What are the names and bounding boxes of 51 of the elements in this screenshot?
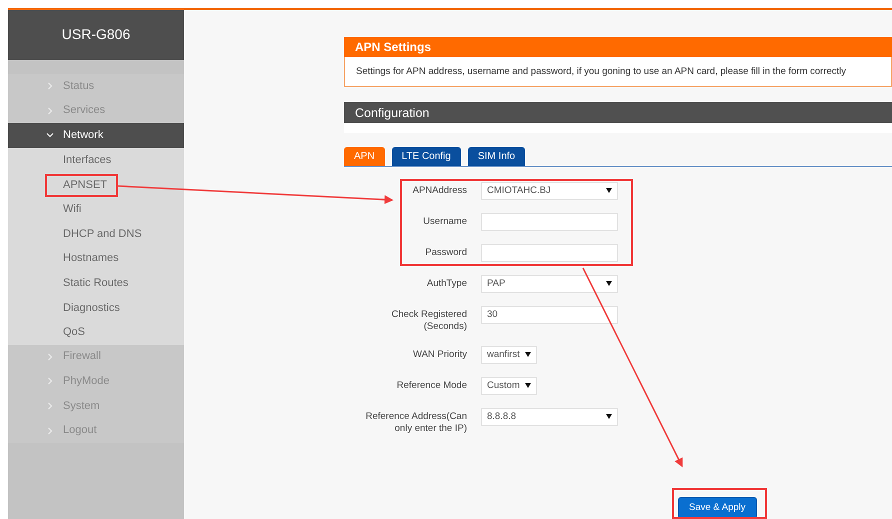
field-label: Reference Address(Can only enter the IP) <box>364 410 467 435</box>
chevron-right-icon <box>46 426 54 435</box>
tab[interactable]: LTE Config <box>392 146 461 166</box>
caret-down-icon <box>525 383 531 388</box>
nav-item[interactable]: Status <box>8 74 184 99</box>
chevron-right-icon <box>46 106 54 115</box>
field-label: Username <box>422 214 467 228</box>
field-label: Check Registered (Seconds) <box>390 308 467 333</box>
description-text: Settings for APN address, username and password, if you goning to use an APN card, please fill in the form correctly <box>356 66 846 78</box>
dropdown[interactable]: Custom <box>481 376 537 395</box>
nav-item[interactable]: System <box>8 394 184 418</box>
tab[interactable]: SIM Info <box>468 146 526 166</box>
nav-item[interactable]: Firewall <box>8 344 184 370</box>
tab[interactable]: APN <box>344 146 385 166</box>
field-label: WAN Priority <box>412 348 467 361</box>
field-label: Password <box>424 246 467 259</box>
nav-subitem[interactable]: Interfaces <box>8 148 184 172</box>
dropdown[interactable]: 8.8.8.8 <box>481 408 618 426</box>
field-label: AuthType <box>426 276 467 290</box>
input-field[interactable]: 30 <box>481 306 618 324</box>
caret-down-icon <box>606 414 612 420</box>
nav-subitem[interactable]: Static Routes <box>8 270 184 296</box>
caret-down-icon <box>525 352 531 358</box>
section-header: APN Settings <box>344 37 892 57</box>
section-header: Configuration <box>344 102 892 124</box>
nav-item[interactable]: Logout <box>8 418 184 443</box>
save-apply-button[interactable]: Save & Apply <box>678 496 757 519</box>
chevron-right-icon <box>46 402 54 410</box>
field-label: APNAddress <box>412 184 467 197</box>
nav-subitem[interactable]: APNSET <box>8 172 184 197</box>
chevron-right-icon <box>46 82 54 90</box>
chevron-right-icon <box>46 352 54 361</box>
input-field[interactable] <box>481 212 618 231</box>
caret-down-icon <box>606 188 612 194</box>
nav-subitem[interactable]: Diagnostics <box>8 295 184 320</box>
nav-subitem[interactable]: DHCP and DNS <box>8 222 184 246</box>
field-label: Reference Mode <box>396 378 467 392</box>
dropdown[interactable]: PAP <box>481 274 618 293</box>
chevron-right-icon <box>46 377 54 386</box>
caret-down-icon <box>606 281 612 286</box>
nav-item[interactable]: PhyMode <box>8 369 184 394</box>
dropdown[interactable]: CMIOTAHC.BJ <box>481 182 618 200</box>
nav-subitem[interactable]: Hostnames <box>8 246 184 271</box>
nav-item[interactable]: Services <box>8 98 184 124</box>
device-title: USR-G806 <box>62 26 130 43</box>
nav-subitem[interactable]: Wifi <box>8 196 184 222</box>
nav-item[interactable]: Network <box>8 123 184 148</box>
chevron-down-icon <box>46 131 54 140</box>
input-field[interactable] <box>481 244 618 262</box>
dropdown[interactable]: wanfirst <box>481 346 537 364</box>
nav-subitem[interactable]: QoS <box>8 320 184 345</box>
